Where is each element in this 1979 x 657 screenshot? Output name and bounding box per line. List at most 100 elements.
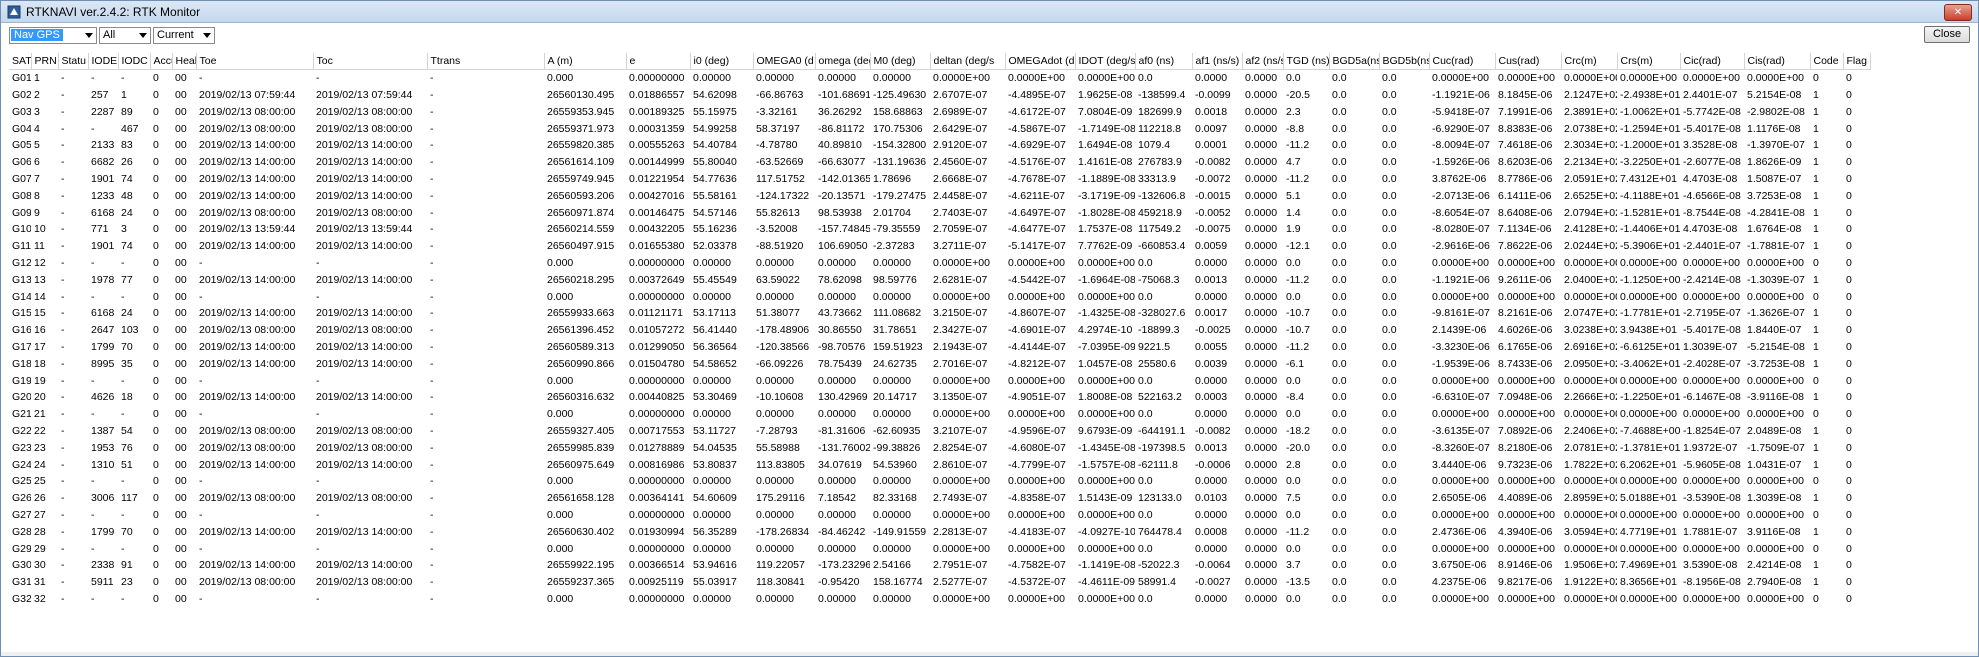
column-header[interactable]: Cic(rad) [1680,53,1745,71]
table-row[interactable]: G19 19- - -0 00- - -0.000 0.00000000 0.00000 0.00… [9,372,1870,389]
title-bar[interactable]: RTKNAVI ver.2.4.2: RTK Monitor ✕ [1,1,1978,23]
table-row[interactable]: G06 6-6682 26 0 00 2019/02/13 14:00:00 2019/02… [9,154,1870,171]
table-row[interactable]: G15 15-6168 24 0 00 2019/02/13 14:00:00 2019/0… [9,305,1870,322]
table-row[interactable]: G26 26-3006 117 0 00 2019/02/13 08:00:00 2019/… [9,490,1870,507]
table-cell: 0 [153,240,159,253]
column-header[interactable]: A (m) [544,53,627,71]
table-cell: 0.0 [1382,206,1397,219]
column-header[interactable]: OMEGAdot (d [1005,53,1076,71]
table-row[interactable]: G28 28-1799 70 0 00 2019/02/13 14:00:00 2019/0… [9,523,1870,540]
table-cell: 2.8959E+02 [1564,492,1617,505]
table-row[interactable]: G25 25- - -0 00- - -0.000 0.00000000 0.00000 0.00… [9,473,1870,490]
column-header[interactable]: Crs(m) [1617,53,1681,71]
table-row[interactable]: G10 10-771 3 0 00 2019/02/13 13:59:44 2019/02/… [9,221,1870,238]
column-header[interactable]: OMEGA0 (d [753,53,816,71]
table-row[interactable]: G14 14- - -0 00- - -0.000 0.00000000 0.00000 0.00… [9,288,1870,305]
table-row[interactable]: G22 22-1387 54 0 00 2019/02/13 08:00:00 2019/0… [9,423,1870,440]
column-header[interactable]: af1 (ns/s) [1192,53,1243,71]
close-button[interactable]: Close [1924,26,1970,43]
column-header[interactable]: af0 (ns) [1135,53,1193,71]
table-row[interactable]: G21 21- - -0 00- - -0.000 0.00000000 0.00000 0.00… [9,406,1870,423]
column-header[interactable]: Toe [196,53,314,71]
table-cell: 0 [153,189,159,202]
table-row[interactable]: G31 31-5911 23 0 00 2019/02/13 08:00:00 2019/0… [9,574,1870,591]
column-header[interactable]: PRN [31,53,59,71]
ephemeris-grid[interactable]: SATPRNStatuIODEIODCAccuHealToeTocTtransA… [9,53,1968,607]
table-row[interactable]: G13 13-1978 77 0 00 2019/02/13 14:00:00 2019/0… [9,271,1870,288]
column-header[interactable]: Cuc(rad) [1429,53,1496,71]
column-header[interactable]: IODE [88,53,119,71]
table-cell: 0.0 [1382,240,1397,253]
table-row[interactable]: G24 24-1310 51 0 00 2019/02/13 14:00:00 2019/0… [9,456,1870,473]
column-header[interactable]: af2 (ns/s [1242,53,1284,71]
table-row[interactable]: G16 16-2647 103 0 00 2019/02/13 08:00:00 2019/… [9,322,1870,339]
table-row[interactable]: G32 32- - -0 00- - -0.000 0.00000000 0.00000 0.00… [9,591,1870,608]
table-row[interactable]: G23 23-1953 76 0 00 2019/02/13 08:00:00 2019/0… [9,439,1870,456]
table-cell: 0 [153,139,159,152]
column-header[interactable]: Heal [172,53,197,71]
table-cell: 0.0000 [1245,475,1278,488]
table-cell: 2 [34,88,40,101]
table-row[interactable]: G18 18-8995 35 0 00 2019/02/13 14:00:00 2019/0… [9,355,1870,372]
column-header[interactable]: Flag [1843,53,1871,71]
column-header[interactable]: BGD5a(ns [1329,53,1380,71]
table-row[interactable]: G12 12- - -0 00- - -0.000 0.00000000 0.00000 0.00… [9,255,1870,272]
table-cell: 0.0 [1332,72,1347,85]
table-row[interactable]: G03 3-2287 89 0 00 2019/02/13 08:00:00 2019/02… [9,103,1870,120]
column-header[interactable]: omega (deg [815,53,871,71]
table-row[interactable]: G08 8-1233 48 0 00 2019/02/13 14:00:00 2019/02… [9,187,1870,204]
table-cell: 2019/02/13 14:00:00 [199,156,296,169]
table-row[interactable]: G29 29- - -0 00- - -0.000 0.00000000 0.00000 0.00… [9,540,1870,557]
table-cell: 0.0000E+00 [1078,542,1135,555]
column-header[interactable]: Ttrans [427,53,545,71]
column-header[interactable]: i0 (deg) [690,53,754,71]
table-row[interactable]: G07 7-1901 74 0 00 2019/02/13 14:00:00 2019/02… [9,171,1870,188]
ephemeris-select[interactable]: Current [153,26,215,44]
table-cell: - [61,576,65,589]
table-cell: 0.00000 [818,542,856,555]
window-close-button[interactable]: ✕ [1944,4,1972,21]
column-header[interactable]: e [626,53,691,71]
table-row[interactable]: G11 11-1901 74 0 00 2019/02/13 14:00:00 2019/0… [9,238,1870,255]
table-row[interactable]: G09 9-6168 24 0 00 2019/02/13 08:00:00 2019/02… [9,204,1870,221]
column-header[interactable]: TGD (ns) [1283,53,1330,71]
table-row[interactable]: G02 2-257 1 0 00 2019/02/13 07:59:44 2019/02/1… [9,87,1870,104]
column-header[interactable]: IDOT (deg/s) [1075,53,1136,71]
satellite-filter-select[interactable]: All [99,26,151,44]
table-row[interactable]: G05 5-2133 83 0 00 2019/02/13 14:00:00 2019/02… [9,137,1870,154]
table-cell: 0.0000E+00 [933,592,990,605]
column-header[interactable]: Statu [58,53,89,71]
column-header[interactable]: deltan (deg/s [930,53,1006,71]
table-cell: -6.6125E+01 [1620,340,1680,353]
column-header[interactable]: M0 (deg) [870,53,931,71]
table-cell: -8.4 [1286,391,1305,404]
table-cell: 0.00000 [818,408,856,421]
table-row[interactable]: G27 27- - -0 00- - -0.000 0.00000000 0.00000 0.00… [9,507,1870,524]
column-header[interactable]: Accu [150,53,173,71]
table-cell: - [430,156,434,169]
column-header[interactable]: BGD5b(ns [1379,53,1430,71]
type-select[interactable]: Nav GPS [9,26,97,44]
column-header[interactable]: Cis(rad) [1744,53,1811,71]
table-row[interactable]: G01 1- - -0 00- - -0.000 0.00000000 0.00000 0.000… [9,70,1870,87]
column-header[interactable]: Toc [313,53,428,71]
column-header[interactable]: SAT [9,53,32,71]
column-header[interactable]: IODC [118,53,151,71]
table-cell: 0.0000 [1245,240,1278,253]
column-header[interactable]: Crc(m) [1561,53,1618,71]
table-row[interactable]: G04 4- -467 0 00 2019/02/13 08:00:00 2019/02/1… [9,120,1870,137]
table-row[interactable]: G17 17-1799 70 0 00 2019/02/13 14:00:00 2019/0… [9,339,1870,356]
table-cell: G19 [12,374,31,387]
column-header[interactable]: Cus(rad) [1495,53,1562,71]
table-cell: -125.49630 [873,88,927,101]
table-row[interactable]: G20 20-4626 18 0 00 2019/02/13 14:00:00 2019/0… [9,389,1870,406]
column-header[interactable]: Code [1810,53,1844,71]
table-cell: -0.0025 [1195,324,1231,337]
table-row[interactable]: G30 30-2338 91 0 00 2019/02/13 14:00:00 2019/0… [9,557,1870,574]
table-cell: 00 [175,206,187,219]
table-cell: -154.32800 [873,139,927,152]
table-cell: 00 [175,156,187,169]
table-cell: 55.45549 [693,273,737,286]
table-cell: 0.0 [1332,592,1347,605]
table-cell: 2019/02/13 14:00:00 [316,559,413,572]
